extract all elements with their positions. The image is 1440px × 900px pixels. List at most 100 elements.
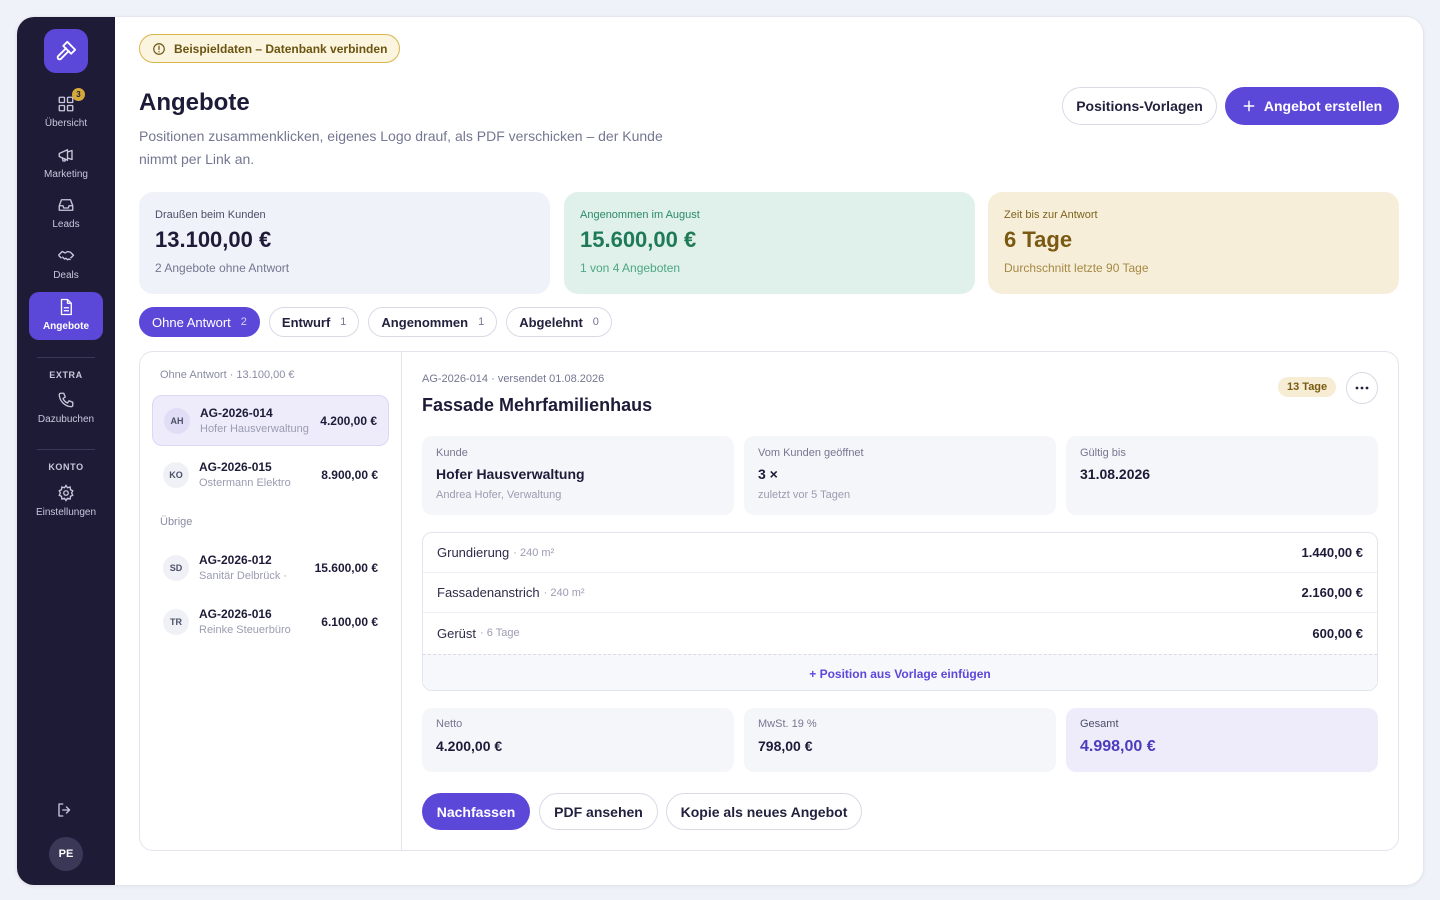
stat-card-response-time: Zeit bis zur Antwort 6 Tage Durchschnitt…	[988, 192, 1399, 294]
position-row[interactable]: Grundierung · 240 m² 1.440,00 €	[423, 533, 1377, 573]
demo-data-notice[interactable]: Beispieldaten – Datenbank verbinden	[139, 34, 401, 63]
position-price: 2.160,00 €	[1301, 585, 1363, 600]
create-offer-button[interactable]: Angebot erstellen	[1225, 87, 1399, 125]
total-key: Netto	[436, 718, 463, 730]
page-title: Angebote	[139, 89, 250, 116]
customer-avatar: KO	[163, 461, 189, 488]
offer-list: Ohne Antwort · 13.100,00 € AH AG-2026-01…	[140, 352, 402, 850]
stat-value: 15.600,00 €	[580, 227, 697, 252]
total-net: Netto 4.200,00 €	[422, 708, 734, 772]
app-logo[interactable]	[44, 29, 88, 73]
offer-list-item[interactable]: AH AG-2026-014 Hofer Hausverwaltung 4.20…	[152, 395, 389, 446]
copy-as-new-offer-button[interactable]: Kopie als neues Angebot	[666, 793, 862, 830]
stat-value: 13.100,00 €	[155, 227, 272, 252]
position-quantity: · 240 m²	[513, 546, 555, 559]
sidebar-item-einstellungen[interactable]: Einstellungen	[29, 478, 103, 524]
list-group-title: Ohne Antwort · 13.100,00 €	[160, 369, 295, 381]
offer-amount: 4.200,00 €	[320, 413, 377, 428]
offer-list-item[interactable]: KO AG-2026-015 Ostermann Elektro 8.900,0…	[152, 449, 389, 500]
positions-table: Grundierung · 240 m² 1.440,00 € Fassaden…	[422, 532, 1378, 691]
tab-count: 0	[592, 316, 599, 328]
document-icon	[56, 297, 76, 317]
info-card-opened: Vom Kunden geöffnet 3 × zuletzt vor 5 Ta…	[744, 436, 1056, 515]
offer-amount: 15.600,00 €	[314, 560, 378, 575]
offer-amount: 6.100,00 €	[321, 614, 378, 629]
follow-up-button[interactable]: Nachfassen	[422, 793, 530, 830]
offers-panel: Ohne Antwort · 13.100,00 € AH AG-2026-01…	[139, 351, 1399, 851]
stat-subtext: 2 Angebote ohne Antwort	[155, 261, 290, 275]
main-content: Beispieldaten – Datenbank verbinden Ange…	[115, 17, 1423, 885]
tab-abgelehnt[interactable]: Abgelehnt 0	[506, 307, 612, 337]
create-offer-label: Angebot erstellen	[1263, 98, 1383, 114]
position-quantity: · 6 Tage	[480, 627, 520, 639]
plus-icon	[1243, 100, 1255, 112]
sidebar-item-uebersicht[interactable]: 3 Übersicht	[29, 88, 103, 135]
offer-customer: Ostermann Elektro	[199, 477, 291, 489]
sidebar-item-label: Leads	[52, 219, 80, 230]
offer-number: AG-2026-015	[199, 460, 272, 474]
gear-icon	[56, 483, 76, 503]
hammer-icon	[56, 40, 77, 61]
position-templates-button[interactable]: Positions-Vorlagen	[1062, 87, 1217, 125]
status-tabs: Ohne Antwort 2 Entwurf 1 Angenommen 1 Ab…	[139, 307, 612, 337]
stat-label: Zeit bis zur Antwort	[1004, 209, 1098, 221]
total-gross: Gesamt 4.998,00 €	[1066, 708, 1378, 772]
user-avatar[interactable]: PE	[49, 837, 83, 871]
info-hint: zuletzt vor 5 Tagen	[758, 489, 851, 501]
sidebar-item-label: Einstellungen	[35, 507, 97, 518]
sidebar-item-deals[interactable]: Deals	[29, 241, 103, 287]
more-horizontal-icon	[1355, 386, 1369, 390]
tab-entwurf[interactable]: Entwurf 1	[268, 307, 360, 337]
sidebar-section-extra: EXTRA	[49, 370, 83, 380]
sidebar-item-label: Deals	[53, 270, 79, 281]
warning-icon	[153, 42, 165, 55]
stat-card-outstanding: Draußen beim Kunden 13.100,00 € 2 Angebo…	[139, 192, 550, 294]
total-key: MwSt. 19 %	[758, 718, 817, 730]
tab-label: Angenommen	[381, 314, 469, 330]
position-name: Fassadenanstrich	[437, 585, 540, 600]
offer-amount: 8.900,00 €	[321, 467, 378, 482]
total-value: 4.998,00 €	[1080, 738, 1156, 755]
info-key: Vom Kunden geöffnet	[758, 447, 864, 459]
megaphone-icon	[56, 145, 76, 165]
offer-number: AG-2026-014	[200, 406, 273, 420]
sidebar-item-leads[interactable]: Leads	[29, 190, 103, 236]
position-quantity: · 240 m²	[543, 586, 585, 599]
sidebar-divider	[37, 357, 95, 358]
position-price: 1.440,00 €	[1301, 545, 1363, 560]
offer-title: Fassade Mehrfamilienhaus	[422, 395, 653, 415]
tab-label: Abgelehnt	[519, 314, 583, 330]
stat-value: 6 Tage	[1004, 227, 1073, 252]
sidebar-section-konto: KONTO	[48, 462, 84, 472]
position-row[interactable]: Gerüst · 6 Tage 600,00 €	[423, 613, 1377, 653]
info-value: 3 ×	[758, 466, 778, 482]
view-pdf-button[interactable]: PDF ansehen	[539, 793, 658, 830]
sidebar: 3 Übersicht Marketing Leads Deals Angebo…	[17, 17, 115, 885]
info-hint: Andrea Hofer, Verwaltung	[436, 489, 562, 501]
page-subtitle: Positionen zusammenklicken, eigenes Logo…	[139, 128, 663, 167]
more-options-button[interactable]	[1346, 372, 1378, 404]
sidebar-item-marketing[interactable]: Marketing	[29, 140, 103, 186]
phone-icon	[56, 390, 76, 410]
add-position-from-template-button[interactable]: + Position aus Vorlage einfügen	[423, 654, 1377, 690]
offer-list-item[interactable]: SD AG-2026-012 Sanitär Delbrück · 15.600…	[152, 542, 389, 593]
tab-ohne-antwort[interactable]: Ohne Antwort 2	[139, 307, 260, 337]
customer-avatar: AH	[164, 407, 190, 434]
tab-angenommen[interactable]: Angenommen 1	[368, 307, 498, 337]
sidebar-item-dazubuchen[interactable]: Dazubuchen	[29, 385, 103, 431]
sidebar-item-angebote[interactable]: Angebote	[29, 292, 103, 340]
position-name: Gerüst	[437, 625, 477, 641]
offer-customer: Sanitär Delbrück ·	[199, 570, 288, 582]
tab-count: 1	[478, 316, 485, 328]
list-group-title: Übrige	[160, 516, 193, 528]
info-key: Gültig bis	[1080, 447, 1126, 459]
stat-subtext: Durchschnitt letzte 90 Tage	[1004, 261, 1149, 275]
logout-icon[interactable]	[56, 801, 76, 821]
app-window: 3 Übersicht Marketing Leads Deals Angebo…	[16, 16, 1424, 886]
tab-count: 2	[240, 316, 247, 328]
total-vat: MwSt. 19 % 798,00 €	[744, 708, 1056, 772]
position-row[interactable]: Fassadenanstrich · 240 m² 2.160,00 €	[423, 573, 1377, 613]
info-card-customer: Kunde Hofer Hausverwaltung Andrea Hofer,…	[422, 436, 734, 515]
offer-list-item[interactable]: TR AG-2026-016 Reinke Steuerbüro 6.100,0…	[152, 596, 389, 647]
handshake-icon	[56, 246, 76, 266]
